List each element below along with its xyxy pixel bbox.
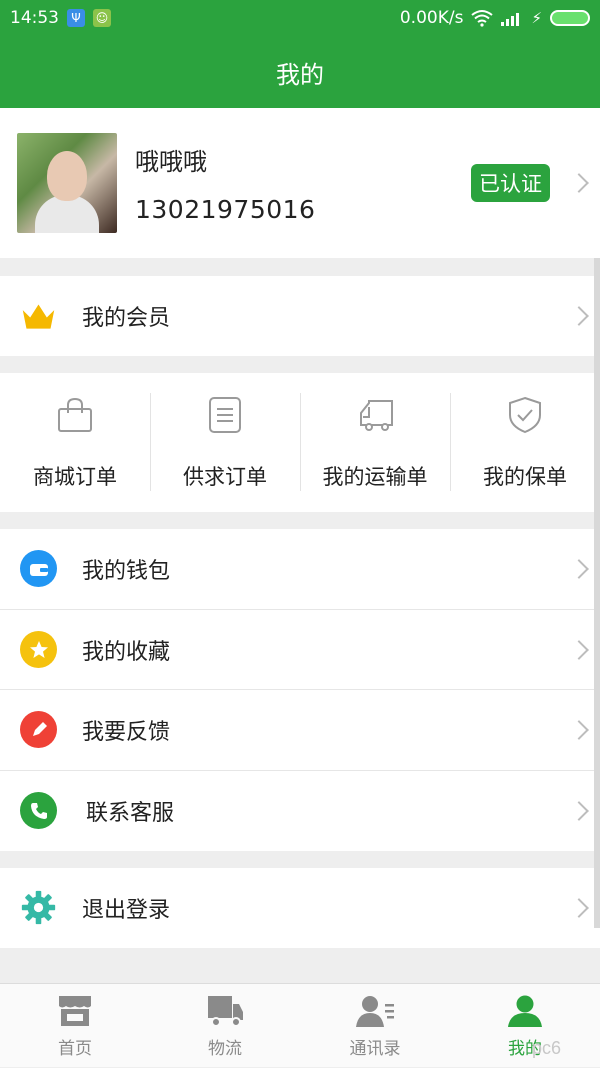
status-time: 14:53 xyxy=(10,8,59,28)
bottom-tab-bar: 首页 物流 通讯录 我的 xyxy=(0,983,600,1067)
tab-label: 物流 xyxy=(208,1038,242,1059)
chevron-right-icon xyxy=(569,720,589,740)
chevron-right-icon xyxy=(569,559,589,579)
menu-row-favorites[interactable]: 我的收藏 xyxy=(0,610,600,690)
order-label: 商城订单 xyxy=(33,465,117,489)
chevron-right-icon xyxy=(569,640,589,660)
android-icon: ☺ xyxy=(93,9,111,27)
crown-icon xyxy=(22,304,55,329)
tab-home[interactable]: 首页 xyxy=(0,984,150,1068)
menu-label: 我的收藏 xyxy=(82,640,171,665)
avatar[interactable] xyxy=(17,133,117,233)
store-icon xyxy=(59,995,91,1026)
chevron-right-icon xyxy=(569,898,589,918)
profile-info: 哦哦哦 13021975016 xyxy=(135,142,315,224)
chevron-right-icon xyxy=(569,801,589,821)
tab-label: 首页 xyxy=(58,1038,92,1059)
tab-label: 通讯录 xyxy=(349,1038,401,1059)
page-title: 我的 xyxy=(276,60,324,89)
membership-row[interactable]: 我的会员 xyxy=(0,276,600,356)
profile-card[interactable]: 哦哦哦 13021975016 已认证 xyxy=(0,108,600,258)
menu-label: 我的钱包 xyxy=(82,559,171,584)
status-bar: 14:53 Ψ ☺ 0.00K/s ⚡ xyxy=(0,0,600,36)
charging-icon: ⚡ xyxy=(531,9,542,27)
usb-icon: Ψ xyxy=(67,9,85,27)
signal-icon xyxy=(501,13,520,26)
orders-grid: 商城订单 供求订单 我的运输单 我的保单 xyxy=(0,373,600,512)
scrollbar[interactable] xyxy=(594,258,600,928)
document-list-icon xyxy=(209,397,241,433)
order-item-transport[interactable]: 我的运输单 xyxy=(300,373,450,512)
wallet-icon xyxy=(20,550,57,587)
title-bar: 我的 xyxy=(0,36,600,108)
menu-row-feedback[interactable]: 我要反馈 xyxy=(0,690,600,770)
logout-row[interactable]: 退出登录 xyxy=(0,868,600,948)
order-label: 供求订单 xyxy=(183,465,267,489)
user-icon xyxy=(508,995,542,1027)
tab-logistics[interactable]: 物流 xyxy=(150,984,300,1068)
profile-phone: 13021975016 xyxy=(135,195,316,224)
order-item-supply[interactable]: 供求订单 xyxy=(150,373,300,512)
verified-badge: 已认证 xyxy=(471,164,550,202)
star-icon xyxy=(20,631,57,668)
profile-name: 哦哦哦 xyxy=(135,148,207,176)
shield-check-icon xyxy=(509,396,541,434)
pencil-icon xyxy=(20,711,57,748)
truck-icon xyxy=(360,400,393,431)
tab-contacts[interactable]: 通讯录 xyxy=(300,984,450,1068)
phone-icon xyxy=(20,792,57,829)
shopping-bag-icon xyxy=(58,397,92,432)
chevron-right-icon xyxy=(569,306,589,326)
menu-label: 联系客服 xyxy=(86,801,175,826)
battery-icon xyxy=(550,10,590,26)
membership-label: 我的会员 xyxy=(82,306,171,331)
logout-label: 退出登录 xyxy=(82,898,171,923)
order-item-insurance[interactable]: 我的保单 xyxy=(450,373,600,512)
menu-label: 我要反馈 xyxy=(82,720,171,745)
tab-mine[interactable]: 我的 xyxy=(450,984,600,1068)
menu-row-customer-service[interactable]: 联系客服 xyxy=(0,771,600,851)
menu-row-wallet[interactable]: 我的钱包 xyxy=(0,529,600,609)
wifi-icon xyxy=(471,10,494,27)
gear-icon xyxy=(21,890,56,925)
watermark: pc6 xyxy=(532,1038,562,1058)
contacts-icon xyxy=(356,995,394,1027)
order-item-mall[interactable]: 商城订单 xyxy=(0,373,150,512)
truck-icon xyxy=(208,995,243,1027)
order-label: 我的保单 xyxy=(483,465,567,489)
order-label: 我的运输单 xyxy=(322,465,428,489)
network-speed: 0.00K/s xyxy=(399,8,464,28)
chevron-right-icon xyxy=(569,173,589,193)
